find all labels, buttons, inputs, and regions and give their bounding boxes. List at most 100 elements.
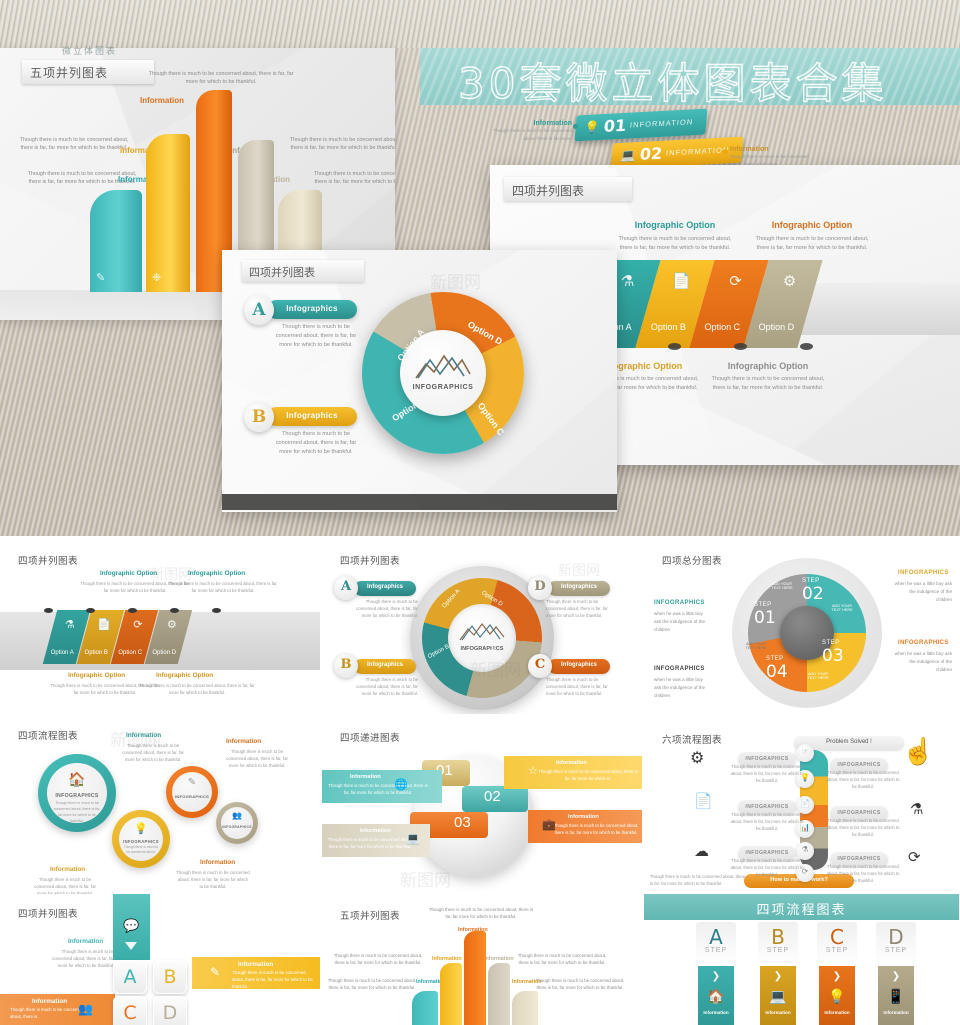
pill-d[interactable]: Infographics — [548, 581, 610, 596]
ribbon-01-number: 01 — [602, 115, 628, 136]
badge-c[interactable]: C — [528, 654, 552, 678]
flask-icon: ⚗ — [910, 801, 924, 818]
chain-node-label: INFOGRAPHICS — [55, 793, 99, 799]
process-node-1[interactable]: ☞ — [796, 744, 814, 762]
grid-cell-four-total-gear[interactable]: 四项总分图表 STEP 01 STEP 02 STEP 03 STEP 04 A… — [644, 544, 960, 714]
phone-icon: 📱 — [887, 988, 905, 1004]
key-bar-right[interactable]: Information Though there is much to be c… — [192, 957, 320, 989]
mountain-chart-icon — [459, 623, 505, 641]
bar-desc-right: Though there is much to be concerned abo… — [289, 137, 395, 152]
bar-yellow[interactable]: ❉ — [146, 134, 190, 292]
key-letter: A — [123, 966, 137, 988]
bar-title: Information — [568, 814, 599, 820]
gear-step-01: STEP 01 — [754, 602, 776, 628]
sphere-bar-4[interactable]: Information Though there is much to be c… — [322, 824, 430, 857]
chain-node-body: Though there is much to be concerned abo… — [123, 845, 159, 855]
process-body-right-2: Though there is much to be concerned abo… — [826, 818, 900, 837]
cell-title: 四项并列图表 — [340, 556, 401, 567]
chain-callout-body: Though there is much to be concerned abo… — [176, 870, 250, 890]
pill-a[interactable]: Infographics — [267, 300, 357, 319]
bar-desc-left: Though there is much to be concerned abo… — [333, 953, 423, 966]
key-c[interactable]: C — [113, 996, 147, 1025]
chain-node-2[interactable]: 💡 INFOGRAPHICS Though there is much to b… — [112, 810, 170, 868]
bar-title: Information — [350, 774, 381, 780]
gear-icon: ❉ — [152, 272, 162, 284]
bar-title: Information — [360, 828, 391, 834]
tag-letter: D — [888, 925, 904, 949]
option-band-label: Option D — [758, 322, 795, 332]
tag-body-c[interactable]: ❯ 💡 Information — [819, 966, 855, 1025]
main-subtitle: 微立体图表 — [62, 46, 118, 56]
tag-letter: A — [709, 925, 723, 949]
grid-cell-four-parallel-donut[interactable]: 四项并列图表 INFOGRAPHICS Option A Option B Op… — [322, 544, 642, 714]
bar-teal[interactable]: ✎ — [90, 190, 142, 292]
grid-cell-four-parallel-keys[interactable]: 四项并列图表 💬 Information Though there is muc… — [0, 894, 320, 1025]
pill-b[interactable]: Infographics — [267, 407, 357, 426]
key-bar-top[interactable]: 💬 — [113, 894, 150, 960]
gear-note-02: ADD YOUR TEXT HERE — [831, 604, 853, 612]
option-header-body-2: Though there is much to be concerned abo… — [755, 236, 869, 251]
badge-a[interactable]: A — [244, 295, 274, 325]
grid-cell-four-process-chain[interactable]: 四项流程图表 🏠 INFOGRAPHICS Though there is mu… — [0, 714, 320, 894]
option-band-label: Option C — [704, 322, 741, 332]
badge-b[interactable]: B — [244, 402, 274, 432]
badge-b[interactable]: B — [334, 654, 358, 678]
bulb-head-icon: 💡 — [134, 823, 148, 835]
bar-cream[interactable] — [512, 991, 538, 1025]
hero-section: 五项并列图表 Though there is much to be concer… — [0, 0, 960, 536]
sphere-bar-1[interactable]: Information Though there is much to be c… — [322, 770, 442, 803]
key-letter: D — [162, 1002, 178, 1024]
callout-dot-2 — [723, 149, 728, 154]
globe-icon: 🌐 — [394, 779, 408, 791]
key-d[interactable]: D — [153, 996, 187, 1025]
grid-cell-four-process-tags[interactable]: 四项流程图表 A STEP ❯ 🏠 Information B STEP ❯ 💻… — [644, 894, 960, 1025]
sphere-bar-3[interactable]: Information Though there is much to be c… — [528, 810, 642, 843]
bar-desc-left2: Though there is much to be concerned abo… — [327, 978, 417, 991]
bar-orange[interactable] — [464, 931, 486, 1025]
key-a[interactable]: A — [113, 960, 147, 994]
chain-node-3[interactable]: ✎ INFOGRAPHICS — [166, 766, 218, 818]
bar-teal[interactable] — [412, 991, 438, 1025]
ring-center-label: INFOGRAPHICS — [412, 384, 474, 391]
tag-body-d[interactable]: ❯ 📱 Information — [878, 966, 914, 1025]
bar-desc-right2: Though there is much to be concerned abo… — [535, 978, 625, 991]
gear-callout-title: INFOGRAPHICS — [898, 640, 949, 646]
sphere-bar-2[interactable]: Information Though there is much to be c… — [504, 756, 642, 789]
tag-body-a[interactable]: ❯ 🏠 Information — [698, 966, 734, 1025]
chain-node-1[interactable]: 🏠 INFOGRAPHICS Though there is much to b… — [38, 754, 116, 832]
tag-top-a: A STEP — [696, 922, 736, 966]
grid-cell-five-parallel-bars[interactable]: 五项并列图表 Though there is much to be concer… — [322, 894, 642, 1025]
band-pin — [44, 608, 53, 613]
slide-title-plate: 四项并列图表 — [242, 260, 364, 282]
badge-a[interactable]: A — [334, 576, 358, 600]
flask-icon: ⚗ — [64, 619, 75, 631]
pill-a[interactable]: Infographics — [354, 581, 416, 596]
chain-node-inner: 🏠 INFOGRAPHICS Though there is much to b… — [47, 763, 107, 823]
pill-label: Infographics — [286, 304, 338, 313]
tag-step: STEP — [825, 947, 849, 954]
badge-letter: D — [534, 579, 546, 594]
badge-d[interactable]: D — [528, 576, 552, 600]
hero-slide-circle-ab[interactable]: 四项并列图表 A Infographics Though there is mu… — [222, 250, 617, 512]
chain-node-4[interactable]: 👥 INFOGRAPHICS — [216, 802, 258, 844]
pill-c[interactable]: Infographics — [548, 659, 610, 674]
gear-step-03: STEP 03 — [822, 640, 844, 666]
infographic-ring[interactable]: Option A Option B Option D Option C INFO… — [362, 292, 524, 454]
pill-b[interactable]: Infographics — [354, 659, 416, 674]
tag-body-b[interactable]: ❯ 💻 Information — [760, 966, 796, 1025]
caption-body: Though there is much to be concerned abo… — [139, 683, 255, 696]
ribbon-01[interactable]: 💡 01 INFORMATION — [574, 108, 708, 142]
grid-cell-four-parallel-bands[interactable]: 四项并列图表 Infographic Option Though there i… — [0, 544, 320, 714]
bar-gray[interactable] — [488, 963, 510, 1025]
pill-label: Infographics — [366, 662, 403, 668]
grid-cell-six-process[interactable]: 六项流程图表 Problem Solved ! How to make it w… — [644, 714, 960, 894]
bar-yellow[interactable] — [440, 963, 462, 1025]
key-b[interactable]: B — [153, 960, 187, 994]
chat-icon: 💬 — [123, 918, 140, 933]
key-bar-bottom[interactable]: Information Though there is much to be c… — [0, 994, 115, 1025]
chevron-right-icon: ❯ — [832, 971, 842, 982]
grid-cell-four-progressive-sphere[interactable]: 四项递进图表 01 02 03 04 Information Though th… — [322, 714, 642, 894]
option-label: Option D — [152, 650, 177, 656]
chain-callout-body: Though there is much to be concerned abo… — [34, 877, 96, 894]
chain-callout-body: Though there is much to be concerned abo… — [122, 743, 184, 763]
